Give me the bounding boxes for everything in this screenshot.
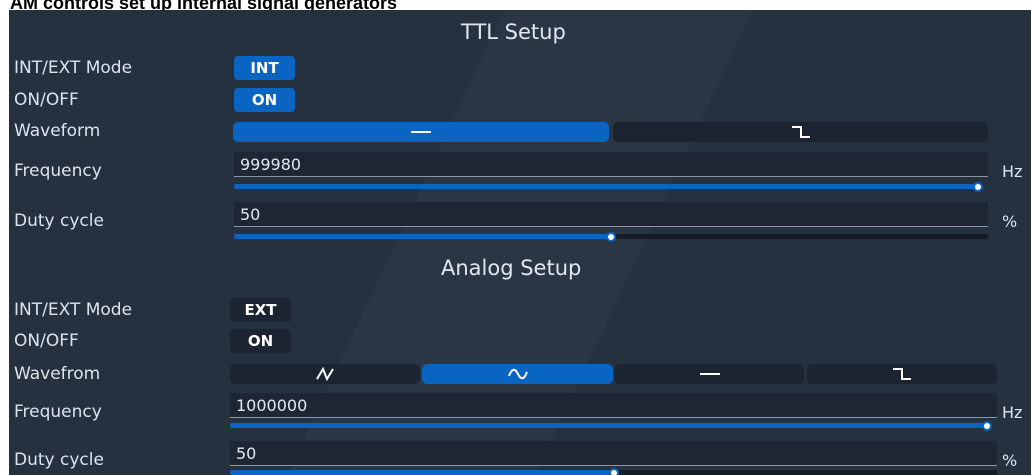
square-step-icon <box>790 125 812 139</box>
analog-frequency-unit: Hz <box>1002 403 1023 422</box>
analog-duty-slider-thumb[interactable] <box>608 468 619 475</box>
ttl-duty-value: 50 <box>240 204 261 224</box>
ttl-frequency-slider[interactable] <box>234 182 983 192</box>
analog-onoff-button[interactable]: ON <box>230 329 291 353</box>
ttl-duty-unit: % <box>1002 212 1018 231</box>
analog-duty-slider[interactable] <box>230 468 997 475</box>
analog-frequency-slider-thumb[interactable] <box>982 421 992 431</box>
dc-line-icon <box>410 127 432 137</box>
analog-duty-slider-fill <box>230 470 614 475</box>
ttl-duty-slider-thumb[interactable] <box>606 232 616 242</box>
analog-waveform-square-option[interactable] <box>807 364 997 384</box>
analog-waveform-sine-option[interactable] <box>422 364 613 384</box>
ttl-mode-label: INT/EXT Mode <box>14 58 133 78</box>
ttl-duty-slider-fill <box>234 234 611 239</box>
square-step-icon <box>891 367 913 381</box>
ttl-waveform-square-option[interactable] <box>613 122 988 142</box>
signal-generator-panel: TTL Setup INT/EXT Mode INT ON/OFF ON Wav… <box>9 10 1031 475</box>
triangle-wave-icon <box>314 367 336 381</box>
ttl-frequency-slider-fill <box>234 184 978 189</box>
analog-frequency-value: 1000000 <box>236 395 308 415</box>
analog-setup-title: Analog Setup <box>441 256 582 280</box>
ttl-duty-slider[interactable] <box>234 232 988 242</box>
analog-waveform-label: Wavefrom <box>14 364 101 384</box>
analog-waveform-triangle-option[interactable] <box>230 364 420 384</box>
sine-wave-icon <box>507 367 529 381</box>
ttl-setup-title: TTL Setup <box>461 20 566 44</box>
ttl-frequency-value: 999980 <box>240 154 302 174</box>
analog-onoff-label: ON/OFF <box>14 331 79 351</box>
analog-frequency-input[interactable]: 1000000 <box>230 393 997 418</box>
analog-duty-label: Duty cycle <box>14 450 104 470</box>
ttl-waveform-label: Waveform <box>14 121 101 141</box>
ttl-frequency-unit: Hz <box>1002 162 1023 181</box>
analog-duty-unit: % <box>1002 451 1018 470</box>
analog-duty-value: 50 <box>236 443 257 463</box>
ttl-onoff-button[interactable]: ON <box>234 88 295 112</box>
ttl-frequency-slider-thumb[interactable] <box>973 182 983 192</box>
ttl-duty-label: Duty cycle <box>14 211 104 231</box>
ttl-frequency-input[interactable]: 999980 <box>234 152 988 177</box>
dc-line-icon <box>699 369 721 379</box>
ttl-mode-button[interactable]: INT <box>234 56 295 80</box>
ttl-onoff-label: ON/OFF <box>14 90 79 110</box>
analog-frequency-slider[interactable] <box>230 421 992 431</box>
analog-frequency-slider-fill <box>230 423 987 428</box>
analog-duty-input[interactable]: 50 <box>230 441 997 466</box>
analog-waveform-dc-option[interactable] <box>615 364 804 384</box>
analog-frequency-label: Frequency <box>14 402 102 422</box>
ttl-waveform-dc-option[interactable] <box>233 122 609 142</box>
ttl-frequency-label: Frequency <box>14 161 102 181</box>
analog-mode-button[interactable]: EXT <box>230 298 291 322</box>
analog-mode-label: INT/EXT Mode <box>14 300 133 320</box>
ttl-duty-input[interactable]: 50 <box>234 202 988 227</box>
